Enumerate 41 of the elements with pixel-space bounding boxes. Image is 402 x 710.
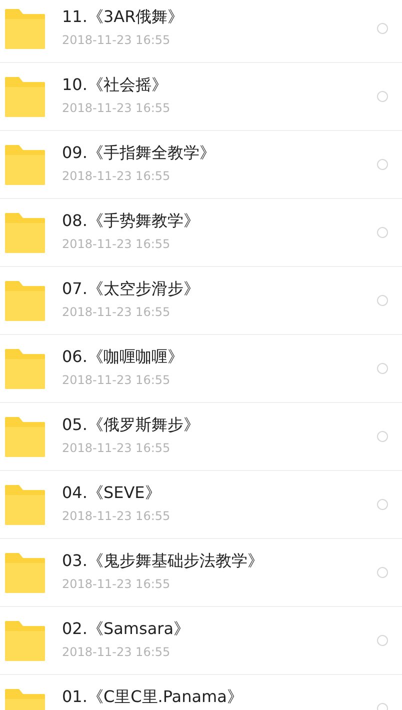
folder-name: 08.《手势舞教学》 [62, 211, 200, 230]
select-radio[interactable] [377, 227, 388, 238]
folder-name: 05.《俄罗斯舞步》 [62, 415, 200, 434]
select-radio[interactable] [377, 91, 388, 102]
folder-icon [5, 416, 45, 456]
folder-icon [5, 552, 45, 592]
select-radio[interactable] [377, 635, 388, 646]
folder-name: 06.《咖喱咖喱》 [62, 347, 184, 366]
folder-icon [5, 280, 45, 320]
folder-icon [5, 620, 45, 660]
modified-date: 2018-11-23 16:55 [62, 576, 172, 593]
modified-date: 2018-11-23 16:55 [62, 168, 172, 185]
folder-icon [5, 484, 45, 524]
modified-date: 2018-11-23 16:55 [62, 372, 172, 389]
folder-name: 07.《太空步滑步》 [62, 279, 200, 298]
modified-date: 2018-11-23 16:55 [62, 236, 172, 253]
folder-name: 01.《C里C里.Panama》 [62, 687, 244, 706]
modified-date: 2018-11-23 16:55 [62, 304, 172, 321]
select-radio[interactable] [377, 23, 388, 34]
select-radio[interactable] [377, 159, 388, 170]
folder-name: 04.《SEVE》 [62, 483, 162, 502]
modified-date: 2018-11-23 16:55 [62, 644, 172, 661]
select-radio[interactable] [377, 363, 388, 374]
select-radio[interactable] [377, 499, 388, 510]
folder-name: 11.《3AR俄舞》 [62, 7, 185, 26]
select-radio[interactable] [377, 295, 388, 306]
folder-icon [5, 348, 45, 388]
folder-name: 02.《Samsara》 [62, 619, 191, 638]
folder-icon [5, 76, 45, 116]
folder-icon [5, 212, 45, 252]
select-radio[interactable] [377, 431, 388, 442]
select-radio[interactable] [377, 567, 388, 578]
folder-name: 03.《鬼步舞基础步法教学》 [62, 551, 264, 570]
folder-name: 10.《社会摇》 [62, 75, 168, 94]
folder-icon [5, 144, 45, 184]
folder-name: 09.《手指舞全教学》 [62, 143, 216, 162]
modified-date: 2018-11-23 16:55 [62, 440, 172, 457]
modified-date: 2018-11-23 16:55 [62, 508, 172, 525]
folder-icon [5, 8, 45, 48]
modified-date: 2018-11-23 16:55 [62, 32, 172, 49]
modified-date: 2018-11-23 16:55 [62, 100, 172, 117]
